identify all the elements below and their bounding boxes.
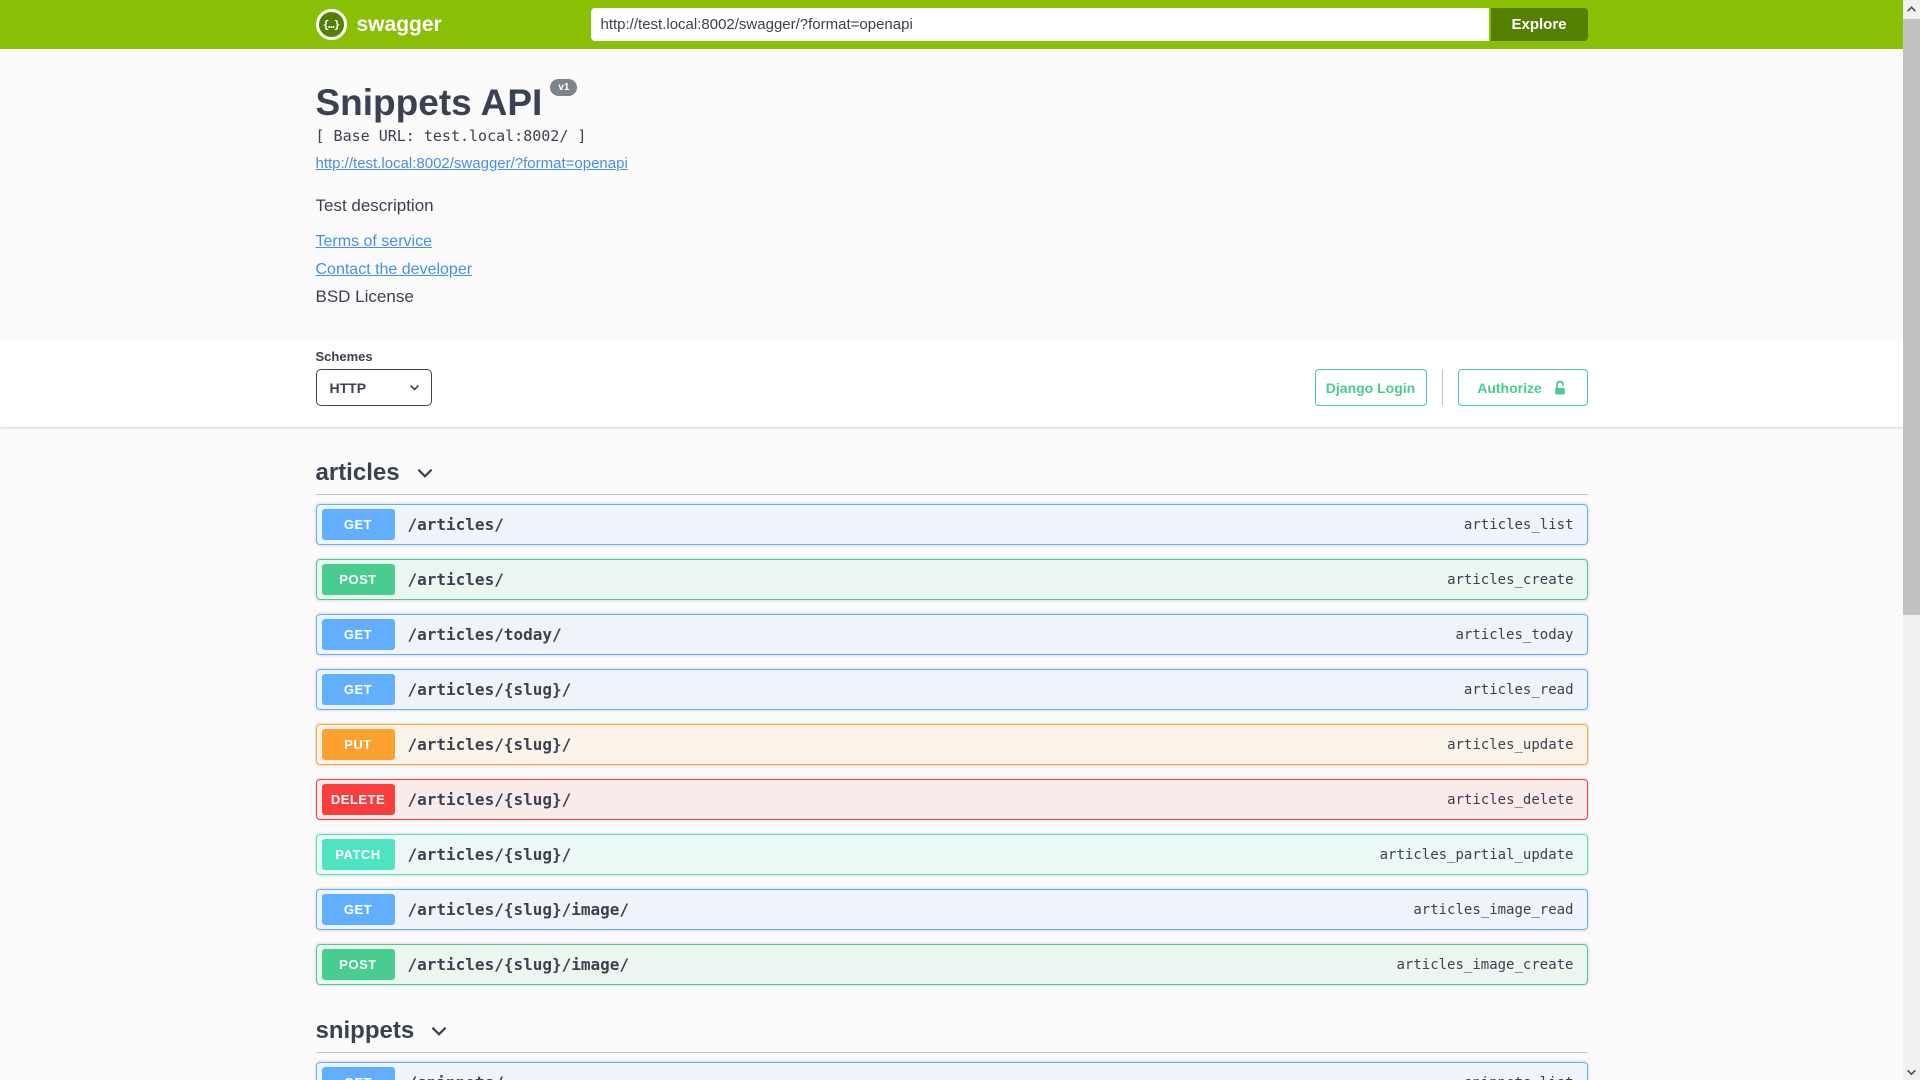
operation-id: articles_create — [1447, 571, 1574, 588]
version-badge: v1 — [550, 79, 578, 96]
operation-path: /snippets/ — [408, 1073, 504, 1080]
explore-button[interactable]: Explore — [1490, 8, 1588, 41]
info-section: Snippets API v1 [ Base URL: test.local:80… — [0, 49, 1903, 340]
operation-id: snippets_list — [1464, 1075, 1574, 1080]
chevron-down-icon — [417, 468, 432, 478]
operation-row[interactable]: PUT /articles/{slug}/ articles_update — [315, 724, 1588, 765]
method-badge: PATCH — [321, 839, 395, 870]
url-input[interactable] — [590, 8, 1489, 41]
operations-list: GET /snippets/ snippets_list — [315, 1053, 1588, 1080]
chevron-down-icon — [409, 384, 419, 391]
operation-row[interactable]: POST /articles/ articles_create — [315, 559, 1588, 600]
operation-row[interactable]: POST /articles/{slug}/image/ articles_im… — [315, 944, 1588, 985]
section-title-text: snippets — [315, 1017, 415, 1044]
method-badge: GET — [321, 619, 395, 650]
operation-row[interactable]: DELETE /articles/{slug}/ articles_delete — [315, 779, 1588, 820]
scrollbar-up-arrow[interactable] — [1903, 0, 1920, 17]
django-login-button[interactable]: Django Login — [1314, 369, 1427, 406]
brand-title: swagger — [356, 12, 442, 36]
authorize-label: Authorize — [1477, 379, 1542, 396]
auth-wrapper: Django Login Authorize — [1314, 369, 1588, 406]
license-text: BSD License — [315, 287, 414, 306]
operation-id: articles_delete — [1447, 791, 1574, 808]
operation-path: /articles/{slug}/image/ — [407, 955, 630, 974]
chevron-down-icon — [431, 1026, 447, 1036]
operation-path: /articles/ — [407, 570, 504, 589]
swagger-logo-icon: {…} — [315, 9, 347, 40]
api-title-text: Snippets API — [315, 82, 543, 123]
unlocked-padlock-icon — [1554, 380, 1565, 394]
chevron-up-icon — [1907, 5, 1916, 12]
scrollbar-down-arrow[interactable] — [1903, 1063, 1920, 1080]
operation-id: articles_update — [1447, 736, 1574, 753]
vertical-scrollbar — [1903, 0, 1920, 1080]
operation-row[interactable]: GET /articles/today/ articles_today — [315, 614, 1588, 655]
method-badge: POST — [321, 564, 395, 595]
operation-id: articles_partial_update — [1379, 846, 1574, 863]
base-url: [ Base URL: test.local:8002/ ] — [315, 127, 587, 145]
contact-developer-link[interactable]: Contact the developer — [316, 260, 473, 280]
operation-id: articles_read — [1463, 681, 1574, 698]
operation-path: /articles/{slug}/ — [407, 735, 572, 754]
operation-path: /articles/{slug}/ — [407, 845, 572, 864]
operation-id: articles_list — [1463, 516, 1574, 533]
operation-id: articles_image_read — [1413, 901, 1574, 918]
section-title-text: articles — [315, 459, 400, 486]
terms-of-service-link[interactable]: Terms of service — [316, 232, 432, 252]
method-badge: GET — [321, 894, 395, 925]
operation-row[interactable]: GET /articles/{slug}/ articles_read — [315, 669, 1588, 710]
page-title: Snippets API v1 — [315, 79, 1588, 125]
api-sections: articles GET /articles/ articles_list PO… — [315, 427, 1588, 1080]
section-header-articles[interactable]: articles — [315, 459, 1588, 495]
swagger-ui-page: {…} swagger Explore Snippets API v1 [ Bas… — [0, 0, 1903, 1080]
method-badge: GET — [321, 509, 395, 540]
operation-path: /articles/ — [407, 515, 504, 534]
spec-link[interactable]: http://test.local:8002/swagger/?format=o… — [316, 154, 628, 173]
operation-id: articles_image_create — [1396, 956, 1574, 973]
schemes-select[interactable]: HTTP — [315, 369, 432, 406]
operation-row[interactable]: GET /articles/ articles_list — [315, 504, 1588, 545]
schemes-label: Schemes — [315, 349, 373, 364]
operation-path: /articles/{slug}/ — [407, 790, 572, 809]
api-section: snippets GET /snippets/ snippets_list — [315, 1017, 1588, 1080]
chevron-down-icon — [1907, 1069, 1916, 1075]
schemes-selected-value: HTTP — [329, 379, 367, 396]
method-badge: POST — [321, 949, 395, 980]
operation-id: articles_today — [1455, 626, 1574, 643]
method-badge: DELETE — [321, 784, 395, 815]
scrollbar-thumb[interactable] — [1903, 19, 1920, 615]
operations-list: GET /articles/ articles_list POST /artic… — [315, 495, 1588, 985]
topbar: {…} swagger Explore — [0, 0, 1903, 49]
operation-row[interactable]: PATCH /articles/{slug}/ articles_partial… — [315, 834, 1588, 875]
method-badge: GET — [321, 1067, 395, 1080]
api-section: articles GET /articles/ articles_list PO… — [315, 459, 1588, 985]
method-badge: GET — [321, 674, 395, 705]
method-badge: PUT — [321, 729, 395, 760]
api-description: Test description — [315, 196, 434, 215]
section-header-snippets[interactable]: snippets — [315, 1017, 1588, 1053]
schemes-group: Schemes HTTP — [315, 349, 432, 406]
operation-path: /articles/{slug}/ — [407, 680, 572, 699]
scheme-container: Schemes HTTP Django Login Authorize — [0, 340, 1903, 427]
download-url-form: Explore — [590, 8, 1588, 41]
swagger-logo-link[interactable]: {…} swagger — [315, 9, 442, 40]
auth-divider — [1441, 369, 1443, 406]
operation-row[interactable]: GET /snippets/ snippets_list — [315, 1062, 1588, 1080]
operation-path: /articles/today/ — [407, 625, 562, 644]
operation-path: /articles/{slug}/image/ — [407, 900, 630, 919]
operation-row[interactable]: GET /articles/{slug}/image/ articles_ima… — [315, 889, 1588, 930]
authorize-button[interactable]: Authorize — [1457, 369, 1588, 406]
